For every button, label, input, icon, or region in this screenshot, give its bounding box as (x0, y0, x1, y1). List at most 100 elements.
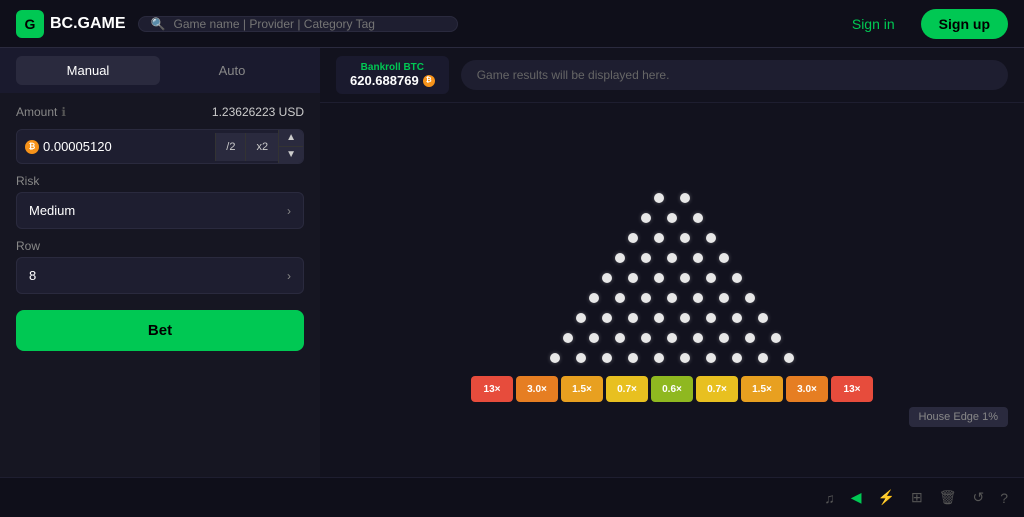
risk-row: Risk Medium › (16, 174, 304, 229)
stepper-down[interactable]: ▼ (279, 147, 303, 163)
peg (706, 233, 716, 243)
row-chevron-icon: › (287, 269, 291, 283)
peg (732, 313, 742, 323)
peg (771, 333, 781, 343)
peg (654, 273, 664, 283)
bet-input-group: ₿ 0.00005120 /2 x2 ▲ ▼ (16, 129, 304, 164)
peg (667, 213, 677, 223)
peg-row (607, 248, 737, 268)
row-label: Row (16, 239, 304, 253)
refresh-icon[interactable]: ↺ (972, 489, 984, 506)
peg (667, 293, 677, 303)
multiplier-box[interactable]: 13× (831, 376, 873, 402)
peg (693, 293, 703, 303)
stepper-up[interactable]: ▲ (279, 130, 303, 147)
amount-usd: 1.23626223 USD (212, 105, 304, 119)
bankroll-label: Bankroll BTC (350, 62, 435, 73)
tabs: Manual Auto (0, 48, 320, 93)
left-panel: Manual Auto Amount ℹ 1.23626223 USD ₿ 0.… (0, 48, 320, 477)
peg (628, 233, 638, 243)
peg (641, 213, 651, 223)
peg (628, 273, 638, 283)
peg (693, 253, 703, 263)
peg-row (568, 308, 776, 328)
peg (745, 333, 755, 343)
peg (693, 333, 703, 343)
help-icon[interactable]: ? (1000, 490, 1008, 506)
music-icon[interactable]: ♫ (824, 490, 835, 506)
search-icon: 🔍 (151, 17, 166, 31)
peg (654, 193, 664, 203)
peg-row (581, 288, 763, 308)
peg (602, 353, 612, 363)
multiplier-box[interactable]: 0.7× (606, 376, 648, 402)
peg (628, 353, 638, 363)
multiplier-box[interactable]: 0.6× (651, 376, 693, 402)
signup-button[interactable]: Sign up (921, 9, 1008, 39)
peg-row (633, 208, 711, 228)
form-area: Amount ℹ 1.23626223 USD ₿ 0.00005120 /2 … (0, 93, 320, 363)
peg (602, 273, 612, 283)
peg (719, 333, 729, 343)
bottom-icons: ♫ ◀ ⚡ ⊞ 🗑 ↺ ? (824, 489, 1008, 506)
peg (576, 313, 586, 323)
bankroll-value: 620.688769 ₿ (350, 73, 435, 88)
multiplier-box[interactable]: 3.0× (516, 376, 558, 402)
lightning-icon[interactable]: ⚡ (878, 489, 895, 506)
grid-icon[interactable]: ⊞ (911, 489, 923, 506)
tab-manual[interactable]: Manual (16, 56, 160, 85)
multiplier-box[interactable]: 1.5× (561, 376, 603, 402)
trash-icon[interactable]: 🗑 (939, 489, 957, 506)
peg (615, 253, 625, 263)
double-button[interactable]: x2 (245, 133, 278, 161)
risk-label: Risk (16, 174, 304, 188)
search-input[interactable] (174, 17, 445, 31)
game-results-bar: Game results will be displayed here. (461, 60, 1008, 90)
multiplier-box[interactable]: 13× (471, 376, 513, 402)
multiplier-row: 13×3.0×1.5×0.7×0.6×0.7×1.5×3.0×13× (471, 376, 873, 402)
peg (602, 313, 612, 323)
multiplier-box[interactable]: 1.5× (741, 376, 783, 402)
game-header: Bankroll BTC 620.688769 ₿ Game results w… (320, 48, 1024, 103)
risk-select[interactable]: Medium › (16, 192, 304, 229)
peg-row (542, 348, 802, 368)
peg (654, 353, 664, 363)
bet-amount-value: 0.00005120 (43, 131, 112, 162)
logo-icon: G (16, 10, 44, 38)
peg (615, 293, 625, 303)
peg (615, 333, 625, 343)
bankroll-box: Bankroll BTC 620.688769 ₿ (336, 56, 449, 94)
peg (654, 313, 664, 323)
peg (680, 313, 690, 323)
row-select[interactable]: 8 › (16, 257, 304, 294)
signin-button[interactable]: Sign in (838, 10, 909, 38)
half-button[interactable]: /2 (215, 133, 245, 161)
multiplier-box[interactable]: 0.7× (696, 376, 738, 402)
btc-coin-icon: ₿ (25, 140, 39, 154)
peg (680, 273, 690, 283)
volume-icon[interactable]: ◀ (851, 489, 862, 506)
amount-label: Amount ℹ (16, 105, 66, 119)
logo-text: BC.GAME (50, 15, 126, 33)
results-text: Game results will be displayed here. (477, 68, 670, 82)
peg (641, 253, 651, 263)
peg (563, 333, 573, 343)
amount-stepper: ▲ ▼ (278, 130, 303, 163)
peg (784, 353, 794, 363)
peg (732, 353, 742, 363)
main-layout: Manual Auto Amount ℹ 1.23626223 USD ₿ 0.… (0, 48, 1024, 477)
bankroll-amount: 620.688769 (350, 73, 419, 88)
peg (693, 213, 703, 223)
logo[interactable]: G BC.GAME (16, 10, 126, 38)
search-bar[interactable]: 🔍 (138, 16, 458, 32)
tab-auto[interactable]: Auto (160, 56, 304, 85)
peg (641, 293, 651, 303)
multiplier-box[interactable]: 3.0× (786, 376, 828, 402)
peg (667, 333, 677, 343)
peg (550, 353, 560, 363)
bet-input-coin: ₿ 0.00005120 (17, 131, 215, 162)
peg-row (646, 188, 698, 208)
bet-button[interactable]: Bet (16, 310, 304, 351)
risk-value: Medium (29, 203, 75, 218)
peg (706, 313, 716, 323)
